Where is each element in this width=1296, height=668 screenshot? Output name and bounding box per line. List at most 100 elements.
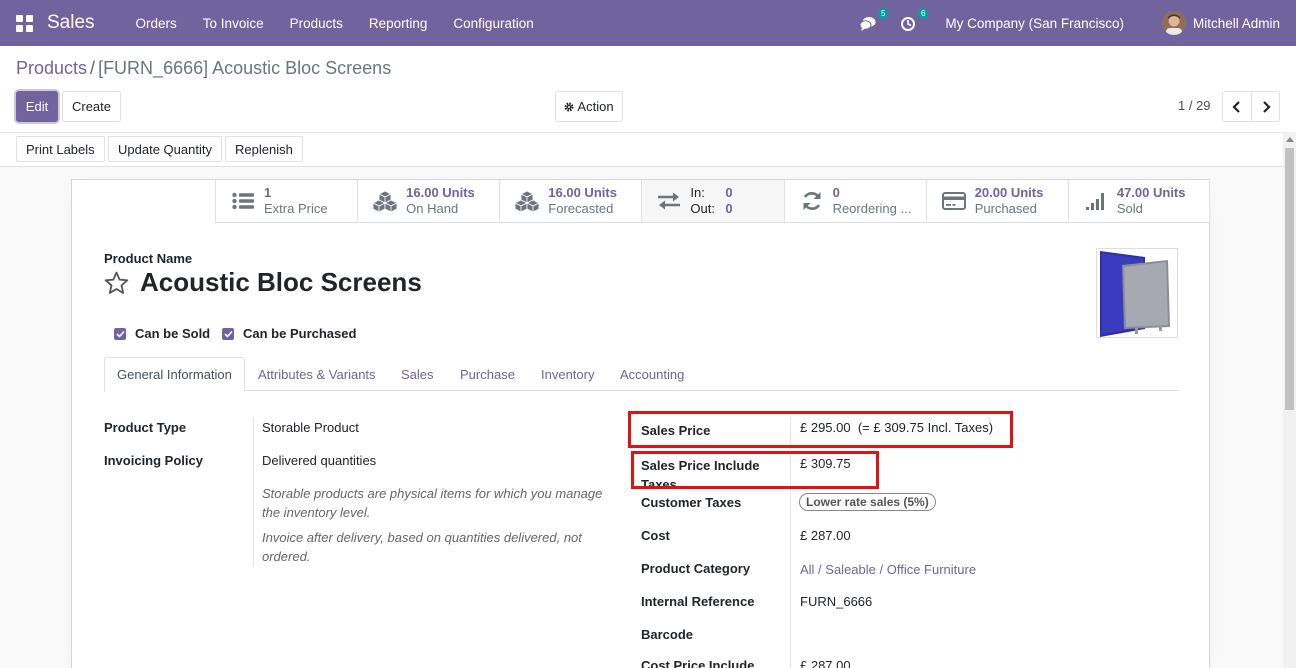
can-be-sold-label: Can be Sold: [135, 326, 211, 341]
stat-forecasted[interactable]: 16.00 Units Forecasted: [499, 180, 642, 223]
help-invoice-text: Invoice after delivery, based on quantit…: [262, 530, 582, 564]
cost-price-include-value[interactable]: £ 287.00: [800, 658, 851, 668]
tab-inventory[interactable]: Inventory: [541, 357, 594, 391]
gear-icon: [564, 101, 574, 112]
nav-to-invoice[interactable]: To Invoice: [190, 16, 277, 31]
sales-price-include-highlight-box: [631, 451, 879, 489]
checkbox-checked-icon: [222, 327, 234, 340]
chevron-right-icon: [1262, 100, 1271, 113]
refresh-icon: [803, 192, 821, 210]
exchange-icon: [658, 192, 681, 210]
internal-reference-value[interactable]: FURN_6666: [800, 594, 872, 609]
stat-out-label: Out:: [690, 201, 715, 216]
barcode-label: Barcode: [641, 627, 694, 642]
stat-sold[interactable]: 47.00 Units Sold: [1067, 180, 1210, 223]
pager-value[interactable]: 1 / 29: [1178, 98, 1211, 113]
cubes-icon: [372, 190, 399, 212]
nav-configuration[interactable]: Configuration: [440, 16, 546, 31]
stat-label: Purchased: [974, 201, 1037, 216]
invoicing-policy-label: Invoicing Policy: [104, 453, 203, 468]
product-category-label: Product Category: [641, 561, 751, 576]
stat-value: 1: [264, 185, 272, 200]
print-labels-button[interactable]: Print Labels: [16, 136, 105, 162]
stat-label: Sold: [1116, 201, 1143, 216]
sales-price-highlight-box: [628, 411, 1013, 448]
customer-taxes-tag[interactable]: Lower rate sales (5%): [799, 493, 936, 511]
nav-orders[interactable]: Orders: [123, 16, 190, 31]
internal-reference-label: Internal Reference: [641, 594, 755, 609]
stat-out-value: 0: [725, 201, 733, 216]
can-be-purchased-checkbox[interactable]: Can be Purchased: [222, 326, 356, 341]
activities-badge: 6: [917, 8, 929, 19]
product-name-label: Product Name: [104, 251, 193, 266]
nav-products[interactable]: Products: [277, 16, 356, 31]
smart-button-box: 1 Extra Price 16.00 Units On Hand 16.00 …: [215, 180, 1210, 223]
action-button[interactable]: Action: [555, 91, 623, 122]
cubes-icon: [514, 190, 541, 212]
stat-label: Reordering ...: [832, 201, 912, 216]
stat-value: 16.00 Units: [406, 185, 475, 200]
apps-menu-icon[interactable]: [16, 14, 33, 32]
credit-card-icon: [941, 192, 966, 210]
form-sheet: 1 Extra Price 16.00 Units On Hand 16.00 …: [71, 179, 1210, 668]
company-switcher[interactable]: My Company (San Francisco): [945, 16, 1124, 31]
stat-reordering[interactable]: 0 Reordering ...: [783, 180, 926, 223]
replenish-button[interactable]: Replenish: [225, 136, 303, 162]
stat-in-value: 0: [725, 185, 733, 200]
breadcrumb-separator: /: [90, 58, 96, 78]
page-scrollbar[interactable]: [1283, 132, 1296, 668]
cost-label: Cost: [641, 528, 670, 543]
breadcrumb-current: [FURN_6666] Acoustic Bloc Screens: [98, 58, 392, 78]
top-navbar: Sales Orders To Invoice Products Reporti…: [0, 0, 1296, 46]
tab-accounting[interactable]: Accounting: [620, 357, 684, 391]
stat-in-out[interactable]: In: 0 Out: 0: [641, 180, 784, 223]
can-be-purchased-label: Can be Purchased: [243, 326, 357, 341]
pager-previous-button[interactable]: [1222, 91, 1252, 122]
product-photo: [1100, 251, 1170, 337]
tab-sales[interactable]: Sales: [401, 357, 434, 391]
messages-button[interactable]: 5: [859, 8, 889, 33]
cost-price-include-label: Cost Price Include: [641, 658, 755, 668]
create-button[interactable]: Create: [62, 91, 121, 122]
tab-attributes-variants[interactable]: Attributes & Variants: [258, 357, 376, 391]
avatar-image: [1161, 11, 1186, 35]
scroll-thumb[interactable]: [1285, 148, 1294, 410]
app-brand[interactable]: Sales: [47, 12, 95, 34]
cost-value[interactable]: £ 287.00: [800, 528, 851, 543]
stat-label: On Hand: [406, 201, 459, 216]
invoicing-policy-value[interactable]: Delivered quantities: [262, 453, 376, 468]
form-statusbar: Print Labels Update Quantity Replenish: [0, 132, 1283, 167]
tab-general-information[interactable]: General Information: [104, 357, 245, 392]
stat-extra-price[interactable]: 1 Extra Price: [215, 180, 358, 223]
user-menu[interactable]: Mitchell Admin: [1193, 16, 1280, 31]
user-avatar[interactable]: [1161, 11, 1186, 35]
stat-on-hand[interactable]: 16.00 Units On Hand: [357, 180, 500, 223]
nav-right: 5 6 My Company (San Francisco) Mitchell …: [859, 0, 1296, 46]
stat-label: Extra Price: [264, 201, 328, 216]
breadcrumb-products[interactable]: Products: [16, 58, 87, 78]
form-tabs: General Information Attributes & Variant…: [104, 357, 1179, 392]
breadcrumb: Products / [FURN_6666] Acoustic Bloc Scree…: [16, 58, 391, 79]
stat-purchased[interactable]: 20.00 Units Purchased: [925, 180, 1068, 223]
scroll-up-arrow-icon[interactable]: [1286, 137, 1294, 142]
activities-button[interactable]: 6: [899, 8, 929, 33]
pager-next-button[interactable]: [1251, 91, 1280, 122]
messages-badge: 5: [877, 8, 889, 19]
favorite-star-icon[interactable]: [104, 271, 129, 298]
tab-purchase[interactable]: Purchase: [460, 357, 515, 391]
update-quantity-button[interactable]: Update Quantity: [108, 136, 222, 162]
stat-value: 20.00 Units: [974, 185, 1044, 200]
product-image[interactable]: [1096, 248, 1178, 338]
product-category-link[interactable]: All / Saleable / Office Furniture: [800, 562, 976, 577]
customer-taxes-label: Customer Taxes: [641, 495, 742, 510]
nav-reporting[interactable]: Reporting: [356, 16, 441, 31]
stat-value: 0: [832, 185, 840, 200]
chevron-left-icon: [1232, 100, 1240, 113]
product-type-value[interactable]: Storable Product: [262, 420, 359, 435]
stat-label: Forecasted: [548, 201, 614, 216]
stat-in-label: In:: [690, 185, 705, 200]
can-be-sold-checkbox[interactable]: Can be Sold: [114, 326, 210, 341]
edit-button[interactable]: Edit: [16, 91, 58, 122]
product-name[interactable]: Acoustic Bloc Screens: [140, 267, 422, 298]
stat-value: 47.00 Units: [1116, 185, 1186, 200]
